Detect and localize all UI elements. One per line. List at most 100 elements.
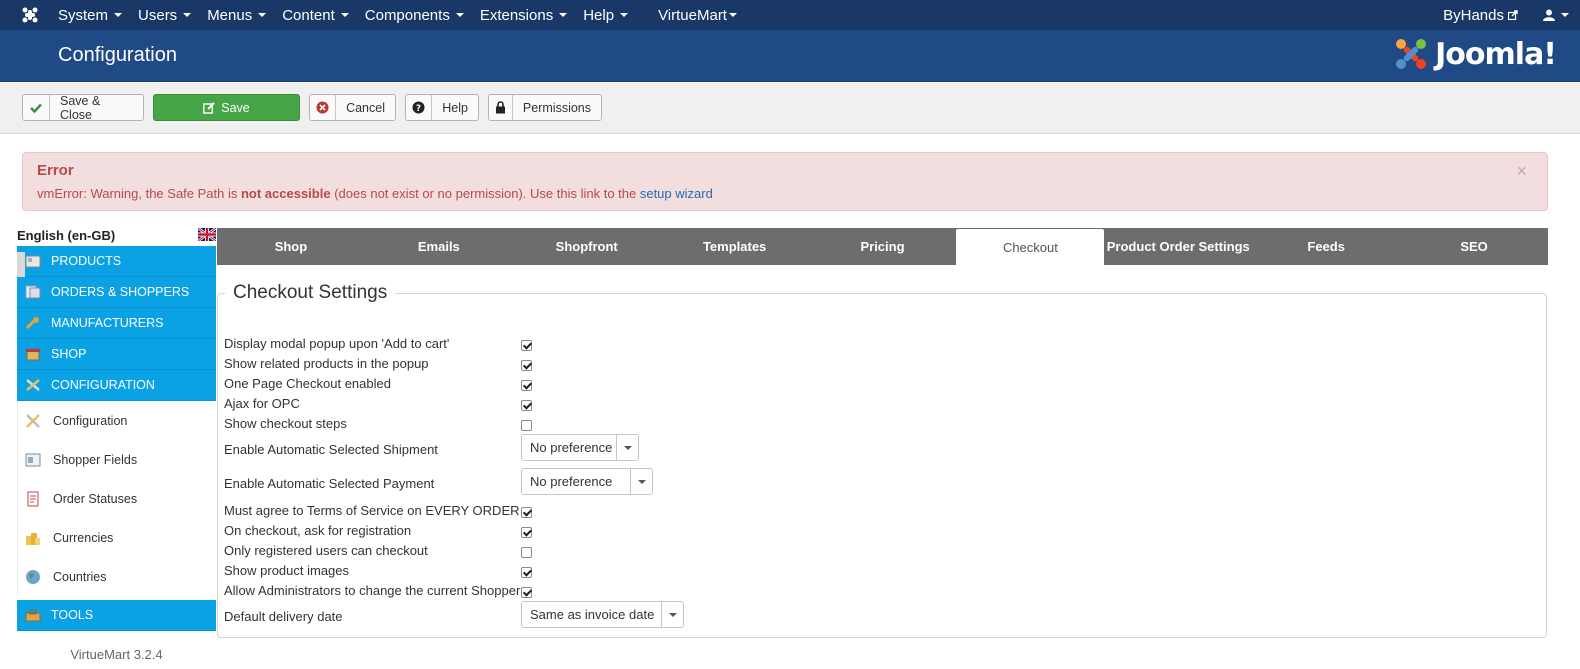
- tools-box-icon: [25, 609, 41, 622]
- setting-label: Allow Administrators to change the curre…: [224, 583, 521, 598]
- setup-wizard-link[interactable]: setup wizard: [640, 186, 713, 201]
- auto-payment-select[interactable]: No preference: [521, 468, 653, 495]
- error-alert: Error vmError: Warning, the Safe Path is…: [22, 152, 1548, 211]
- sidebar: English (en-GB) PRODUCTS ORDERS & SHOPPE…: [17, 228, 216, 669]
- tab-product-order-settings[interactable]: Product Order Settings: [1104, 228, 1252, 265]
- caret-down-icon: [258, 13, 267, 17]
- tab-shop[interactable]: Shop: [217, 228, 365, 265]
- chevron-down-icon: [661, 602, 683, 627]
- setting-label: Only registered users can checkout: [224, 543, 428, 558]
- shopper-fields-icon: [25, 453, 41, 467]
- setting-label: One Page Checkout enabled: [224, 376, 391, 391]
- caret-down-icon: [340, 13, 349, 17]
- auto-shipment-select[interactable]: No preference: [521, 434, 639, 461]
- user-menu[interactable]: [1532, 9, 1580, 21]
- wrench-icon: [25, 317, 39, 330]
- joomla-logo-icon: [1396, 39, 1427, 69]
- tab-seo[interactable]: SEO: [1400, 228, 1548, 265]
- setting-label: Must agree to Terms of Service on EVERY …: [224, 503, 520, 518]
- menu-menus[interactable]: Menus: [199, 0, 274, 30]
- setting-label: Show product images: [224, 563, 350, 578]
- chevron-down-icon: [616, 435, 638, 460]
- sidebar-section-shop[interactable]: SHOP: [17, 339, 216, 370]
- cancel-button[interactable]: Cancel: [309, 94, 396, 121]
- help-button[interactable]: ? Help: [405, 94, 479, 121]
- sidebar-item-currencies[interactable]: Currencies: [17, 518, 216, 557]
- menu-users[interactable]: Users: [130, 0, 199, 30]
- menu-components[interactable]: Components: [357, 0, 472, 30]
- setting-label: Default delivery date: [224, 609, 343, 624]
- save-close-button[interactable]: Save & Close: [22, 94, 144, 122]
- menu-virtuemart[interactable]: VirtueMart: [650, 0, 745, 30]
- modal-popup-checkbox[interactable]: [521, 340, 532, 351]
- user-icon: [1543, 9, 1555, 21]
- sidebar-section-configuration[interactable]: CONFIGURATION: [17, 370, 216, 401]
- chevron-down-icon: [630, 469, 652, 494]
- orders-icon: [25, 285, 41, 299]
- tab-pricing[interactable]: Pricing: [809, 228, 957, 265]
- caret-down-icon: [455, 13, 464, 17]
- product-images-checkbox[interactable]: [521, 567, 532, 578]
- caret-down-icon: [1561, 13, 1569, 17]
- tab-templates[interactable]: Templates: [661, 228, 809, 265]
- caret-down-icon: [728, 13, 737, 17]
- caret-down-icon: [620, 13, 629, 17]
- menu-extensions[interactable]: Extensions: [472, 0, 575, 30]
- check-icon: [23, 95, 51, 120]
- tab-emails[interactable]: Emails: [365, 228, 513, 265]
- config-tools-icon: [26, 414, 40, 428]
- menu-system[interactable]: System: [50, 0, 130, 30]
- setting-label: Show checkout steps: [224, 416, 347, 431]
- registered-only-checkbox[interactable]: [521, 547, 532, 558]
- coins-icon: [26, 533, 40, 545]
- permissions-button[interactable]: Permissions: [488, 94, 602, 121]
- ask-registration-checkbox[interactable]: [521, 527, 532, 538]
- top-navbar: System Users Menus Content Components Ex…: [0, 0, 1580, 30]
- version-label: VirtueMart 3.2.4: [70, 647, 163, 662]
- setting-label: Display modal popup upon 'Add to cart': [224, 336, 450, 351]
- sidebar-section-tools[interactable]: TOOLS: [17, 600, 216, 631]
- globe-icon: [26, 570, 40, 584]
- admin-change-shopper-checkbox[interactable]: [521, 587, 532, 598]
- delivery-date-select[interactable]: Same as invoice date: [521, 601, 684, 628]
- tab-feeds[interactable]: Feeds: [1252, 228, 1400, 265]
- config-tabs: Shop Emails Shopfront Templates Pricing …: [217, 228, 1548, 266]
- save-button[interactable]: Save: [153, 94, 300, 121]
- sidebar-item-countries[interactable]: Countries: [17, 557, 216, 596]
- tab-shopfront[interactable]: Shopfront: [513, 228, 661, 265]
- related-products-checkbox[interactable]: [521, 360, 532, 371]
- sidebar-section-orders-shoppers[interactable]: ORDERS & SHOPPERS: [17, 277, 216, 308]
- alert-message: vmError: Warning, the Safe Path is not a…: [37, 186, 713, 201]
- menu-help[interactable]: Help: [575, 0, 636, 30]
- setting-label: Ajax for OPC: [224, 396, 300, 411]
- shop-icon: [26, 349, 40, 361]
- setting-label: Show related products in the popup: [224, 356, 429, 371]
- sidebar-item-order-statuses[interactable]: Order Statuses: [17, 479, 216, 518]
- tools-icon: [26, 379, 40, 391]
- joomla-logo: Joomla!: [1393, 36, 1557, 72]
- sidebar-section-manufacturers[interactable]: MANUFACTURERS: [17, 308, 216, 339]
- tab-checkout[interactable]: Checkout: [956, 229, 1105, 266]
- uk-flag-icon[interactable]: [198, 228, 216, 241]
- sidebar-item-configuration[interactable]: Configuration: [17, 401, 216, 440]
- close-icon[interactable]: ×: [1516, 161, 1527, 182]
- ajax-opc-checkbox[interactable]: [521, 400, 532, 411]
- order-status-icon: [27, 491, 39, 507]
- opc-enabled-checkbox[interactable]: [521, 380, 532, 391]
- menu-content[interactable]: Content: [274, 0, 357, 30]
- sidebar-item-shopper-fields[interactable]: Shopper Fields: [17, 440, 216, 479]
- setting-label: Enable Automatic Selected Shipment: [224, 442, 438, 457]
- alert-heading: Error: [37, 162, 74, 179]
- toolbar: Save & Close Save Cancel ? Help Permissi…: [0, 83, 1580, 134]
- page-title: Configuration: [58, 44, 177, 66]
- checkout-steps-checkbox[interactable]: [521, 420, 532, 431]
- edit-icon: [203, 101, 215, 114]
- sidebar-section-products[interactable]: PRODUCTS: [17, 246, 216, 277]
- terms-every-order-checkbox[interactable]: [521, 507, 532, 518]
- lock-icon: [489, 95, 513, 120]
- caret-down-icon: [183, 13, 192, 17]
- external-link-icon: [1508, 10, 1518, 20]
- site-link[interactable]: ByHands: [1429, 7, 1532, 24]
- joomla-menu-icon[interactable]: [15, 0, 45, 30]
- language-label: English (en-GB): [17, 228, 216, 246]
